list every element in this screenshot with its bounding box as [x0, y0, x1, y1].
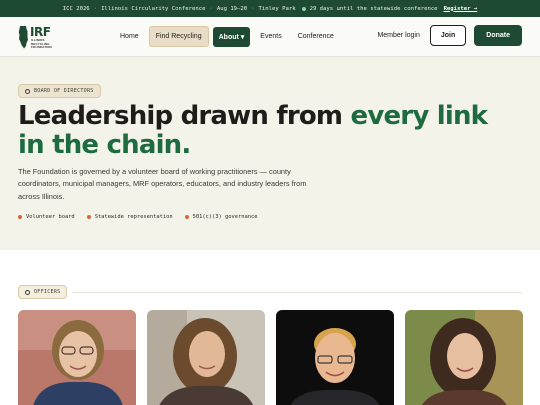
hero-section: BOARD OF DIRECTORS Leadership drawn from…	[0, 57, 540, 250]
tag-item: 501(c)(3) governance	[184, 214, 258, 220]
nav-links: Home Find Recycling About ▾ Events Confe…	[114, 26, 340, 47]
announcement-countdown: 29 days until the statewide conference	[309, 5, 438, 12]
nav-item-find-recycling[interactable]: Find Recycling	[148, 26, 209, 47]
member-login-link[interactable]: Member login	[377, 32, 419, 39]
hero-tags: Volunteer board Statewide representation…	[18, 214, 258, 220]
live-dot-icon	[301, 6, 306, 11]
officers-label: OFFICERS	[34, 289, 61, 295]
announcement-bar: ICC 2026 · Illinois Circularity Conferen…	[0, 0, 540, 17]
officer-portrait	[147, 310, 265, 405]
nav-item-events[interactable]: Events	[254, 27, 287, 46]
circle-icon	[25, 289, 30, 295]
page-title: Leadership drawn from every link in the c…	[18, 102, 498, 160]
logo[interactable]: IRF ILLINOIS RECYCLING FOUNDATION	[18, 25, 66, 51]
headline-accent: every link	[350, 101, 488, 131]
join-button[interactable]: Join	[429, 25, 467, 46]
eyebrow-badge: BOARD OF DIRECTORS	[18, 84, 101, 98]
officers-badge: OFFICERS	[18, 285, 68, 299]
logo-subtitle-line: FOUNDATION	[31, 45, 52, 50]
officer-portrait	[276, 310, 394, 405]
announcement-separator: ·	[209, 5, 213, 12]
circle-icon	[25, 88, 30, 94]
announcement-location: Tinley Park	[258, 5, 296, 12]
eyebrow-label: BOARD OF DIRECTORS	[34, 88, 94, 94]
tag-item: Statewide representation	[86, 214, 173, 220]
main-navigation: IRF ILLINOIS RECYCLING FOUNDATION Home F…	[0, 17, 540, 57]
officer-card[interactable]	[276, 310, 394, 405]
officers-grid	[18, 310, 523, 405]
nav-item-home[interactable]: Home	[114, 27, 145, 46]
hero-lede: The Foundation is governed by a voluntee…	[18, 167, 307, 201]
donate-button[interactable]: Donate	[474, 25, 522, 46]
announcement-event: ICC 2026	[62, 5, 90, 12]
bullet-dot-icon	[184, 215, 189, 219]
logo-mark: IRF	[30, 25, 51, 39]
register-link[interactable]: Register →	[444, 6, 478, 12]
tag-label: Statewide representation	[94, 214, 173, 220]
nav-actions: Member login Join Donate	[377, 25, 522, 46]
officer-portrait	[18, 310, 136, 405]
headline-text: Leadership drawn from	[18, 101, 351, 131]
announcement-dates: Aug 19–20	[216, 5, 248, 12]
section-divider	[72, 292, 522, 293]
tag-label: Volunteer board	[26, 214, 75, 220]
headline-accent: in the chain.	[18, 130, 191, 160]
officer-portrait	[405, 310, 523, 405]
logo-subtitle: ILLINOIS RECYCLING FOUNDATION	[31, 38, 52, 50]
illinois-state-outline-icon	[18, 26, 28, 49]
nav-item-conference[interactable]: Conference	[292, 27, 340, 46]
tag-label: 501(c)(3) governance	[192, 214, 258, 220]
announcement-separator: ·	[93, 5, 98, 12]
announcement-separator: ·	[251, 5, 255, 12]
officer-card[interactable]	[405, 310, 523, 405]
bullet-dot-icon	[86, 215, 91, 219]
announcement-title: Illinois Circularity Conference	[101, 5, 206, 12]
bullet-dot-icon	[18, 215, 22, 219]
nav-item-about[interactable]: About ▾	[212, 26, 251, 47]
officer-card[interactable]	[18, 310, 136, 405]
tag-item: Volunteer board	[18, 214, 75, 220]
officer-card[interactable]	[147, 310, 265, 405]
